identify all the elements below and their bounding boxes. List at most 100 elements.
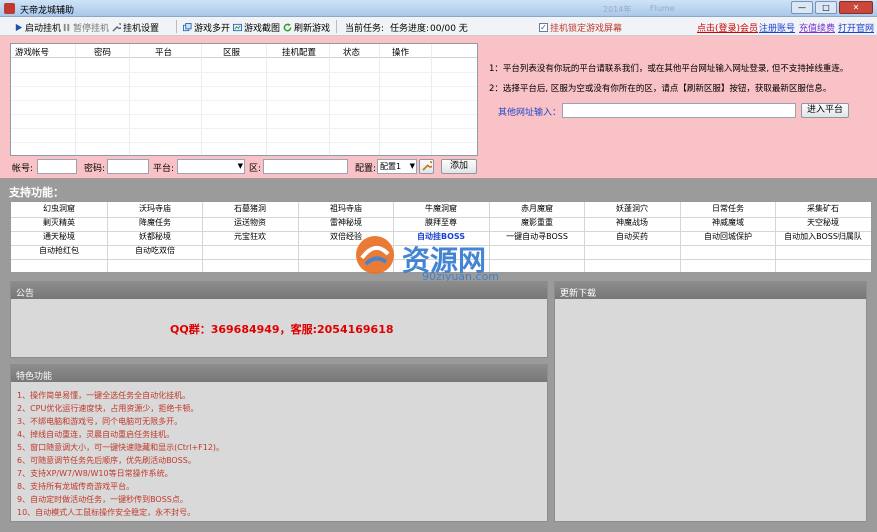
windows-icon [183,23,192,32]
feature-item[interactable]: 膜拜至尊 [393,217,489,229]
feature-item [107,259,203,271]
feature-item[interactable]: 日常任务 [680,203,776,215]
feature-item[interactable]: 元宝狂欢 [202,231,298,243]
zone-label: 区: [249,164,262,174]
feature-item [202,245,298,257]
screenshot-button[interactable]: 游戏截图 [233,21,280,34]
grid-line [11,100,477,101]
grid-line [11,142,477,143]
feature-item [202,259,298,271]
feature-item[interactable]: 妖都秘境 [107,231,203,243]
feature-item[interactable]: 沃玛寺庙 [107,203,203,215]
feature-item[interactable]: 采集矿石 [775,203,871,215]
qq-contact: QQ群：369684949，客服:2054169618 [170,323,394,336]
feature-item[interactable]: 幻虫洞窟 [11,203,107,215]
feature-item[interactable]: 自动抢红包 [11,245,107,257]
feature-item[interactable]: 妖蓬洞穴 [584,203,680,215]
minimize-button[interactable]: — [791,1,813,14]
feature-item[interactable]: 自动回城保护 [680,231,776,243]
grid-line [11,114,477,115]
account-table[interactable]: 游戏帐号 密码 平台 区服 挂机配置 状态 操作 [10,43,478,156]
watermark-logo-icon [356,236,394,274]
feature-item[interactable]: 石墓猪洞 [202,203,298,215]
special-feature-item: 6、可随意调节任务先后顺序，优先刷活动BOSS。 [17,456,196,465]
special-feature-item: 5、窗口随意调大小，可一键快速隐藏和显示(Ctrl+F12)。 [17,443,225,452]
special-feature-item: 3、不绑电脑和游戏号，同个电脑可无限多开。 [17,417,183,426]
features-title: 支持功能： [9,186,64,199]
feature-item[interactable]: 牛魔洞窟 [393,203,489,215]
pause-button[interactable]: 暂停挂机 [62,21,109,34]
feature-item [680,259,776,271]
feature-item[interactable]: 神威魔域 [680,217,776,229]
feature-item[interactable]: 自动加入BOSS归属队 [775,231,871,243]
feature-item[interactable]: 雷神秘境 [298,217,394,229]
app-icon [4,3,15,14]
feature-item[interactable]: 运送物资 [202,217,298,229]
start-button[interactable]: 启动挂机 [14,21,61,34]
password-input[interactable] [107,159,149,174]
screenshot-icon [233,23,242,32]
add-button[interactable]: 添加 [441,159,477,174]
grid-line [11,86,477,87]
feature-item[interactable]: 赤月魔窟 [489,203,585,215]
column-header: 状态 [343,48,361,58]
checkbox-checked-icon: ✓ [539,23,548,32]
download-title: 更新下载 [555,282,866,299]
settings-label: 挂机设置 [123,24,160,34]
feature-item[interactable]: 魔影重重 [489,217,585,229]
screenshot-label: 游戏截图 [244,24,281,34]
maximize-button[interactable]: □ [815,1,837,14]
config-settings-button[interactable] [419,159,434,174]
refresh-icon [283,23,292,32]
chevron-down-icon: ▼ [237,162,243,170]
play-icon [15,23,23,32]
feature-item[interactable]: 一键自动寻BOSS [489,231,585,243]
enter-platform-button[interactable]: 进入平台 [801,103,849,118]
special-feature-item: 8、支持所有龙城传奇游戏平台。 [17,482,135,491]
feature-item [11,259,107,271]
feature-item[interactable]: 剿灭精英 [11,217,107,229]
feature-item[interactable]: 降魔任务 [107,217,203,229]
wrench-icon [421,161,434,171]
feature-item[interactable]: 自动买药 [584,231,680,243]
start-label: 启动挂机 [25,24,62,34]
wrench-icon [112,23,121,32]
special-feature-item: 7、支持XP/W7/W8/W10等日常操作系统。 [17,469,173,478]
homepage-link[interactable]: 打开官网 [838,21,874,34]
recharge-link[interactable]: 充值续费 [799,21,835,34]
task-progress-label: 任务进度: [390,24,430,34]
feature-item [489,245,585,257]
lock-screen-label: 挂机锁定游戏屏幕 [550,24,623,34]
feature-item [489,259,585,271]
platform-select[interactable]: ▼ [177,159,245,174]
feature-item[interactable]: 自动吃双倍 [107,245,203,257]
settings-button[interactable]: 挂机设置 [112,21,159,34]
feature-item[interactable]: 祖玛寺庙 [298,203,394,215]
zone-select[interactable] [263,159,348,174]
special-feature-item: 1、操作简单易懂，一键全选任务全自动化挂机。 [17,391,191,400]
multi-open-button[interactable]: 游戏多开 [183,21,230,34]
download-body [555,299,866,521]
other-url-input[interactable] [562,103,796,118]
close-button[interactable]: ✕ [839,1,873,14]
other-url-label: 其他网址输入： [498,108,562,118]
register-link[interactable]: 注册账号 [759,21,795,34]
feature-item[interactable]: 神魔战场 [584,217,680,229]
specials-title: 特色功能 [11,365,547,382]
notice-panel: 公告 [10,281,548,358]
lock-screen-checkbox[interactable]: ✓ 挂机锁定游戏屏幕 [539,21,622,34]
feature-item [584,245,680,257]
toolbar-divider [336,20,337,33]
chevron-down-icon: ▼ [409,162,415,170]
config-select[interactable]: 配置1 ▼ [377,159,417,174]
login-link[interactable]: 点击(登录)会员 [697,21,758,34]
special-feature-item: 9、自动定时做活动任务，一键秒传到BOSS点。 [17,495,188,504]
feature-item [584,259,680,271]
instruction-note: 1：平台列表没有你玩的平台请联系我们，或在其他平台网址输入网址登录, 但不支持掉… [489,64,849,74]
feature-item[interactable]: 天空秘境 [775,217,871,229]
account-input[interactable] [37,159,77,174]
feature-item[interactable]: 通天秘境 [11,231,107,243]
column-header: 区服 [223,48,241,58]
refresh-game-button[interactable]: 刷新游戏 [283,21,330,34]
column-header: 操作 [392,48,410,58]
